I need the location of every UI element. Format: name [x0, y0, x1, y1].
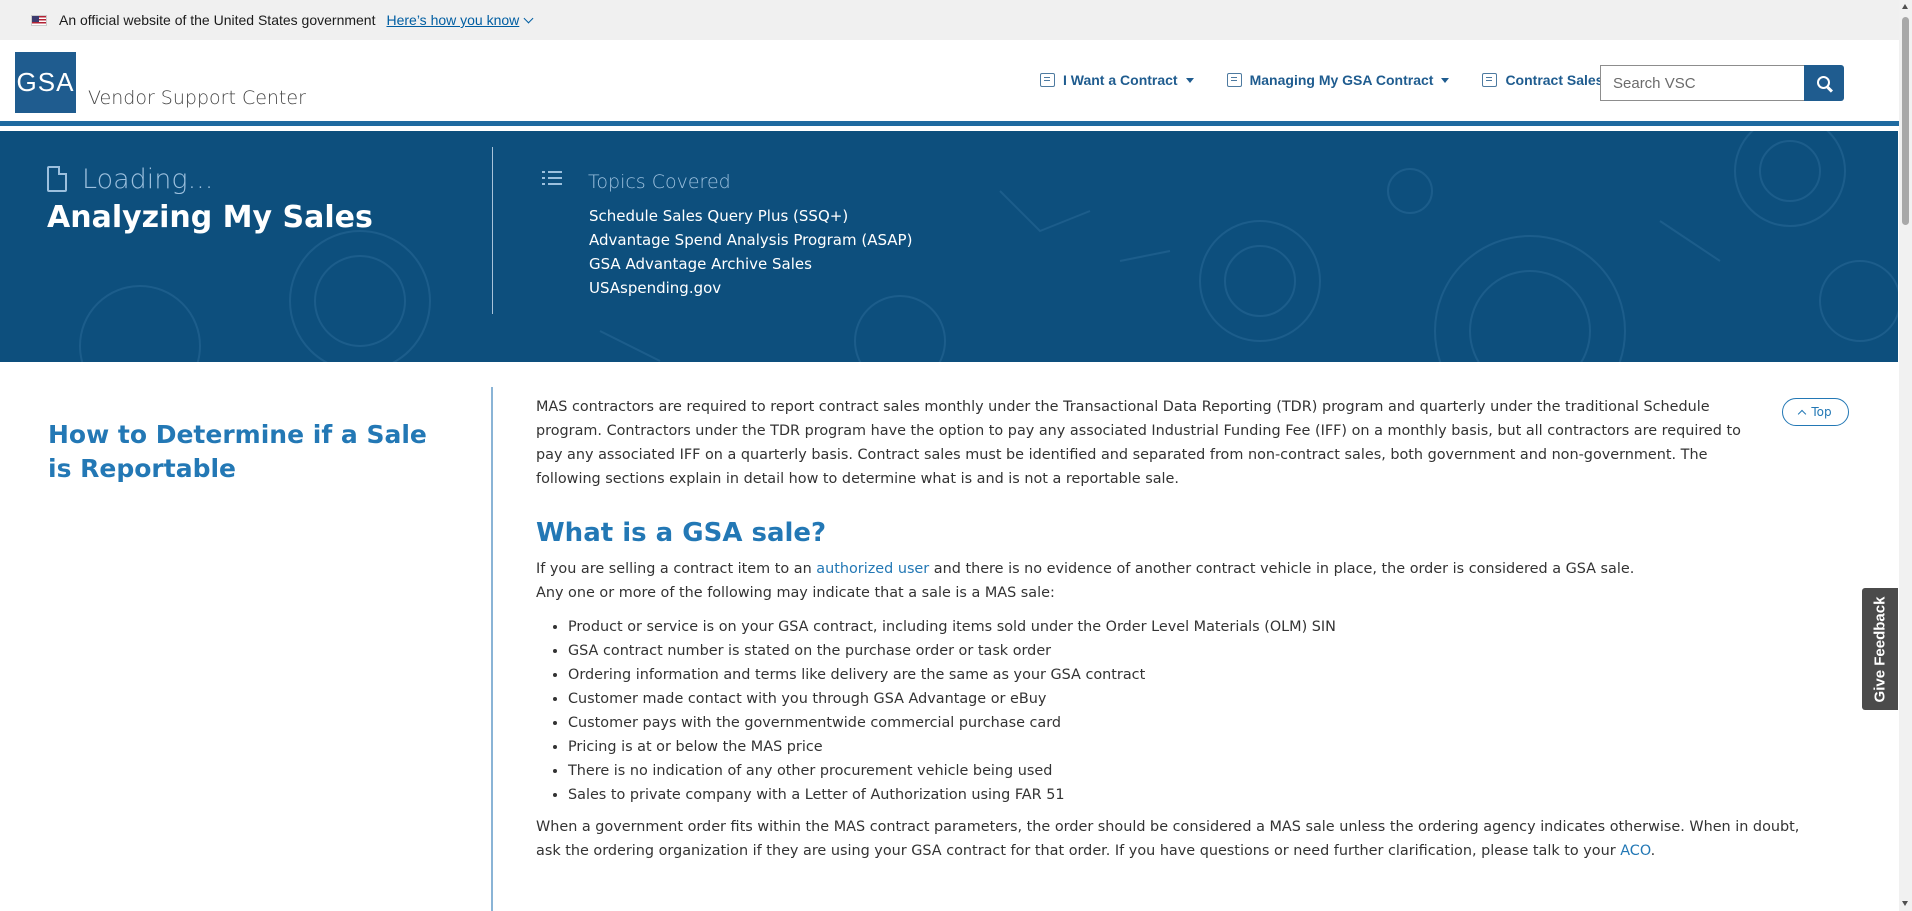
list-item: There is no indication of any other proc…: [568, 759, 1801, 783]
list-item: Pricing is at or below the MAS price: [568, 735, 1801, 759]
topics-covered-heading: Topics Covered: [588, 171, 731, 193]
list-item: Sales to private company with a Letter o…: [568, 783, 1801, 807]
nav-contract-sales[interactable]: Contract Sales: [1482, 72, 1620, 88]
list-item: Product or service is on your GSA contra…: [568, 615, 1801, 639]
calculator-icon: [1482, 73, 1498, 87]
hero-divider: [492, 147, 493, 314]
scrollbar-thumb[interactable]: [1902, 17, 1909, 225]
how-you-know-link[interactable]: Here’s how you know: [386, 12, 534, 28]
document-icon: [1226, 73, 1242, 87]
outro-paragraph: When a government order fits within the …: [536, 815, 1801, 863]
list-item: GSA contract number is stated on the pur…: [568, 639, 1801, 663]
how-you-know-label: Here’s how you know: [386, 12, 520, 28]
topics-list: Schedule Sales Query Plus (SSQ+) Advanta…: [589, 204, 912, 300]
page-title: Analyzing My Sales: [47, 200, 373, 235]
list-icon: [542, 171, 562, 187]
topic-link-usaspending[interactable]: USAspending.gov: [589, 276, 912, 300]
caret-down-icon: [1185, 77, 1194, 83]
list-item: Ordering information and terms like deli…: [568, 663, 1801, 687]
gsa-logo[interactable]: GSA: [15, 52, 76, 113]
scrollbar[interactable]: [1899, 0, 1912, 911]
search-form: [1600, 65, 1844, 101]
loading-text: Loading...: [82, 164, 214, 195]
gear-pattern-background: [79, 131, 1898, 362]
scroll-down-arrow-icon[interactable]: [1902, 901, 1908, 906]
nav-managing-my-gsa-contract[interactable]: Managing My GSA Contract: [1226, 72, 1450, 88]
nav-i-want-a-contract[interactable]: I Want a Contract: [1040, 72, 1194, 88]
text-segment: When a government order fits within the …: [536, 819, 1800, 859]
caret-down-icon: [1441, 77, 1450, 83]
main-nav: I Want a Contract Managing My GSA Contra…: [1040, 72, 1652, 88]
give-feedback-button[interactable]: Give Feedback: [1862, 588, 1898, 710]
list-item: Customer pays with the governmentwide co…: [568, 711, 1801, 735]
document-icon: [47, 166, 67, 192]
site-name[interactable]: Vendor Support Center: [88, 87, 306, 109]
topic-link-archive-sales[interactable]: GSA Advantage Archive Sales: [589, 252, 912, 276]
search-input[interactable]: [1600, 65, 1804, 101]
text-segment: If you are selling a contract item to an: [536, 561, 817, 577]
topic-link-asap[interactable]: Advantage Spend Analysis Program (ASAP): [589, 228, 912, 252]
feedback-label: Give Feedback: [1871, 596, 1889, 702]
gsa-sale-heading: What is a GSA sale?: [536, 518, 827, 548]
content-divider: [491, 387, 493, 911]
chevron-down-icon: [523, 13, 534, 24]
section-title: How to Determine if a Sale is Reportable: [48, 420, 427, 483]
mas-sale-indicator-paragraph: Any one or more of the following may ind…: [536, 585, 1055, 601]
text-segment: .: [1650, 843, 1656, 859]
back-to-top-button[interactable]: Top: [1782, 398, 1849, 426]
intro-paragraph: MAS contractors are required to report c…: [536, 399, 1741, 487]
nav-label: I Want a Contract: [1063, 72, 1178, 88]
site-header: GSA Vendor Support Center I Want a Contr…: [0, 40, 1900, 126]
search-icon: [1816, 75, 1830, 89]
top-label: Top: [1811, 405, 1832, 419]
list-item: Customer made contact with you through G…: [568, 687, 1801, 711]
us-flag-icon: [31, 14, 47, 26]
contract-icon: [1040, 73, 1055, 87]
topic-link-ssq[interactable]: Schedule Sales Query Plus (SSQ+): [589, 204, 912, 228]
search-button[interactable]: [1804, 65, 1844, 101]
gsa-sale-paragraph: If you are selling a contract item to an…: [536, 557, 1801, 581]
mas-sale-indicators-list: Product or service is on your GSA contra…: [568, 615, 1801, 807]
aco-link[interactable]: ACO: [1620, 843, 1650, 859]
gov-banner: An official website of the United States…: [0, 0, 1912, 40]
chevron-up-icon: [1798, 409, 1807, 418]
nav-label: Contract Sales: [1505, 72, 1604, 88]
main-content: MAS contractors are required to report c…: [536, 395, 1801, 863]
hero-banner: Loading... Analyzing My Sales Topics Cov…: [0, 131, 1898, 362]
nav-label: Managing My GSA Contract: [1249, 72, 1434, 88]
scroll-up-arrow-icon[interactable]: [1902, 4, 1908, 9]
text-segment: and there is no evidence of another cont…: [929, 561, 1635, 577]
official-site-text: An official website of the United States…: [59, 12, 376, 28]
authorized-user-link[interactable]: authorized user: [816, 561, 929, 577]
